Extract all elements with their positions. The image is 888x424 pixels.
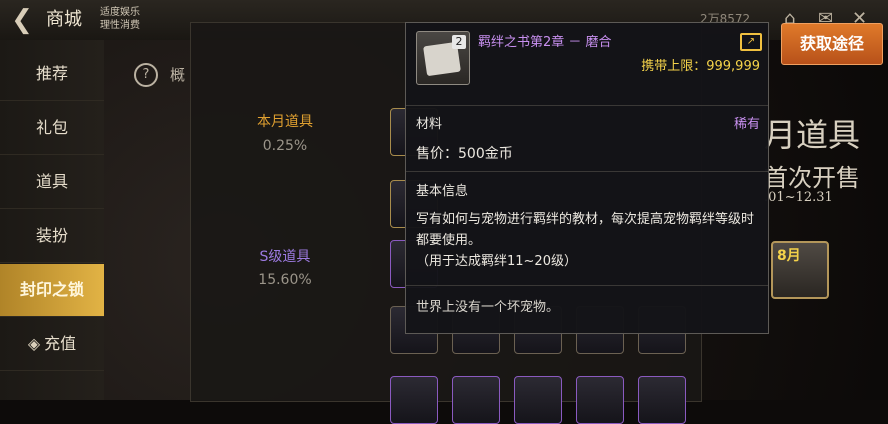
- item-slot[interactable]: [638, 376, 686, 424]
- banner-item-icon[interactable]: 8月: [771, 241, 829, 299]
- book-scroll-icon: 2: [416, 31, 470, 85]
- basic-info-header: 基本信息: [416, 184, 469, 199]
- divider: [406, 171, 768, 172]
- item-rarity: 稀有: [733, 117, 760, 132]
- banner-title: 月道具: [764, 116, 861, 154]
- carry-limit: 携带上限：999,999: [641, 59, 760, 74]
- item-slot[interactable]: [576, 376, 624, 424]
- prob-monthly-value: 0.25%: [262, 138, 308, 154]
- item-slot[interactable]: [390, 376, 438, 424]
- item-slot[interactable]: [452, 376, 500, 424]
- item-title: 羁绊之书第2章 － 磨合: [478, 35, 612, 50]
- sidebar: 推荐 礼包 道具 装扮 封印之锁 ◈ 充值: [0, 40, 105, 400]
- item-usage-note: （用于达成羁绊11~20级）: [416, 254, 577, 269]
- sidebar-item-dressup[interactable]: 装扮: [0, 210, 104, 263]
- item-flavor-text: 世界上没有一个坏宠物。: [416, 300, 560, 315]
- acquire-method-button[interactable]: 获取途径: [781, 23, 883, 65]
- prob-monthly-label: 本月道具: [257, 114, 313, 130]
- divider: [406, 285, 768, 286]
- sidebar-item-recommend[interactable]: 推荐: [0, 48, 104, 101]
- page-title: 商城: [46, 9, 82, 30]
- sidebar-item-items[interactable]: 道具: [0, 156, 104, 209]
- share-icon[interactable]: ↗: [740, 33, 762, 51]
- divider: [406, 105, 768, 106]
- overview-label: 概: [170, 66, 186, 84]
- item-price: 售价：500金币: [416, 146, 513, 162]
- banner-dates: .01~12.31: [764, 190, 833, 205]
- prob-s-label: S级道具: [259, 249, 311, 265]
- item-tooltip: 2 羁绊之书第2章 － 磨合 ↗ 携带上限：999,999 材料 稀有 售价：5…: [405, 22, 769, 334]
- sidebar-item-seal-lock[interactable]: 封印之锁: [0, 264, 104, 317]
- recharge-icon: ◈: [27, 334, 41, 353]
- back-arrow-icon[interactable]: ❮: [6, 6, 38, 34]
- item-description: 写有如何与宠物进行羁绊的教材，每次提高宠物羁绊等级时都要使用。 （用于达成羁绊1…: [416, 209, 760, 272]
- prob-s-value: 15.60%: [258, 272, 312, 288]
- age-notice: 适度娱乐 理性消费: [100, 7, 140, 31]
- help-icon[interactable]: ?: [134, 63, 158, 87]
- item-slot[interactable]: [514, 376, 562, 424]
- item-category: 材料: [416, 117, 443, 132]
- sidebar-item-gift-pack[interactable]: 礼包: [0, 102, 104, 155]
- banner-subtitle: 首次开售: [764, 164, 860, 192]
- sidebar-item-recharge[interactable]: ◈ 充值: [0, 318, 104, 371]
